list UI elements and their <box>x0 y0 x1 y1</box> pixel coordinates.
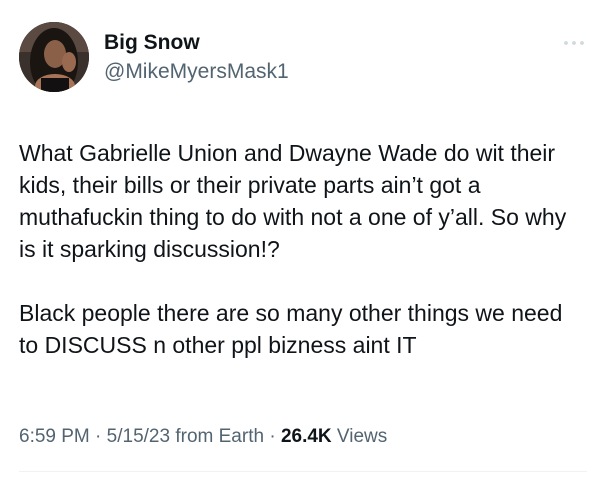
tweet-time[interactable]: 6:59 PM <box>19 426 90 447</box>
author-handle[interactable]: @MikeMyersMask1 <box>104 59 289 85</box>
avatar-photo <box>19 22 89 92</box>
tweet-text: What Gabrielle Union and Dwayne Wade do … <box>19 140 567 358</box>
more-horizontal-icon <box>564 41 584 45</box>
meta-separator: · <box>269 426 276 447</box>
avatar[interactable] <box>19 22 89 92</box>
more-options-button[interactable] <box>562 36 586 50</box>
tweet-source: from Earth <box>175 426 265 447</box>
meta-separator: · <box>95 426 102 447</box>
divider <box>19 471 587 472</box>
tweet-date[interactable]: 5/15/23 <box>107 426 170 447</box>
views-count: 26.4K <box>280 426 332 447</box>
tweet-card: Big Snow @MikeMyersMask1 What Gabrielle … <box>0 0 595 481</box>
author-block: Big Snow @MikeMyersMask1 <box>104 30 289 85</box>
author-display-name[interactable]: Big Snow <box>104 30 289 56</box>
tweet-metadata: 6:59 PM · 5/15/23 from Earth · 26.4K Vie… <box>19 424 387 450</box>
views-label: Views <box>336 426 388 447</box>
